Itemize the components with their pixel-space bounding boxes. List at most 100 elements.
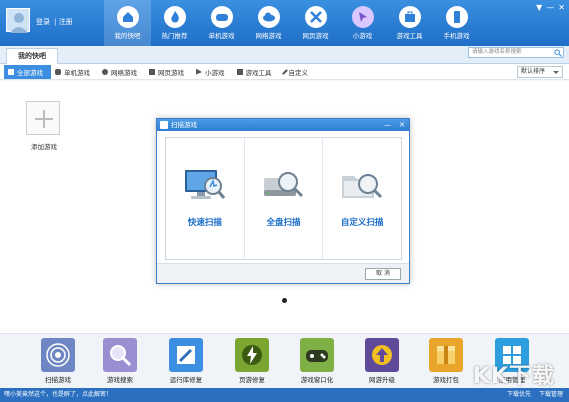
tool-online-upgrade[interactable]: 网游升级 xyxy=(356,338,408,384)
nav-mobile[interactable]: 手机游戏 xyxy=(433,0,480,46)
magnifier-icon xyxy=(103,338,137,372)
nav-label: 我的快吧 xyxy=(114,32,141,40)
gamepad-icon xyxy=(210,6,233,28)
tool-windowed[interactable]: 游戏窗口化 xyxy=(291,338,343,384)
category-single[interactable]: 单机游戏 xyxy=(51,65,98,79)
nav-web[interactable]: 网页游戏 xyxy=(292,0,339,46)
full-scan-option[interactable]: 全盘扫描 xyxy=(245,138,324,259)
monitor-scan-icon xyxy=(183,166,227,206)
lightning-icon xyxy=(235,338,269,372)
custom-scan-option[interactable]: 自定义扫描 xyxy=(323,138,401,259)
tool-label: 游戏窗口化 xyxy=(300,376,334,384)
grid-icon xyxy=(8,68,14,75)
tool-webgame-repair[interactable]: 页游修复 xyxy=(226,338,278,384)
full-scan-label: 全盘扫描 xyxy=(266,218,301,228)
close-icon[interactable]: ✕ xyxy=(399,119,405,131)
scan-games-dialog: 扫描游戏 — ✕ 快速扫描 全盘扫描 自定义扫描 取 消 xyxy=(156,118,410,284)
status-message[interactable]: 嘿小美竟然这个，也是醉了，点此解密！ xyxy=(4,391,112,398)
home-icon xyxy=(116,6,139,28)
page-indicator-dot[interactable] xyxy=(282,298,287,303)
tool-label: 游戏搜索 xyxy=(107,376,133,384)
nav-my-kuaiba[interactable]: 我的快吧 xyxy=(104,0,151,46)
category-custom[interactable]: 自定义 xyxy=(280,65,317,79)
category-tools[interactable]: 游戏工具 xyxy=(233,65,280,79)
pencil-icon xyxy=(281,68,288,75)
nav-mini[interactable]: 小游戏 xyxy=(339,0,386,46)
avatar[interactable] xyxy=(6,8,30,33)
phone-icon xyxy=(445,6,468,28)
top-header: 登录 | 注册 我的快吧 热门推荐 单机游戏 网络游戏 网页游戏 小游戏 游戏工… xyxy=(0,0,569,46)
search-input[interactable]: 请输入游戏名称搜索 xyxy=(468,47,564,58)
register-link[interactable]: 注册 xyxy=(59,18,73,26)
wrench-icon xyxy=(169,338,203,372)
skin-icon[interactable]: ▼ xyxy=(536,3,542,12)
disk-scan-icon xyxy=(262,166,306,206)
cloud-icon xyxy=(102,68,108,75)
search-icon[interactable] xyxy=(554,49,562,57)
sort-select[interactable]: 默认排序 xyxy=(517,66,563,78)
category-label: 网络游戏 xyxy=(111,68,137,77)
tab-my-kuaiba[interactable]: 我的快吧 xyxy=(6,48,58,64)
radar-icon xyxy=(41,338,75,372)
nav-label: 网络游戏 xyxy=(255,32,282,40)
search-placeholder: 请输入游戏名称搜索 xyxy=(472,49,522,55)
quick-scan-option[interactable]: 快速扫描 xyxy=(166,138,245,259)
tool-scan-games[interactable]: 扫描游戏 xyxy=(32,338,84,384)
fire-icon xyxy=(163,6,186,28)
quick-scan-label: 快速扫描 xyxy=(187,218,222,228)
tool-label: 页游修复 xyxy=(239,376,265,384)
category-label: 游戏工具 xyxy=(245,68,272,77)
tools-icon xyxy=(149,68,155,75)
category-all[interactable]: 全部游戏 xyxy=(4,64,51,79)
tool-runtime-repair[interactable]: 运行库修复 xyxy=(160,338,212,384)
cloud-icon xyxy=(257,6,280,28)
custom-scan-label: 自定义扫描 xyxy=(340,218,384,228)
minimize-icon[interactable]: — xyxy=(384,119,391,131)
add-game-button[interactable] xyxy=(26,101,60,135)
tools-icon xyxy=(304,6,327,28)
close-icon[interactable]: ✕ xyxy=(558,3,565,12)
tool-label: 扫描游戏 xyxy=(45,376,71,384)
folder-scan-icon xyxy=(340,166,384,206)
nav-online[interactable]: 网络游戏 xyxy=(245,0,292,46)
tool-game-package[interactable]: 游戏打包 xyxy=(420,338,472,384)
upgrade-icon xyxy=(365,338,399,372)
tool-label: 网游升级 xyxy=(369,376,395,384)
dialog-footer: 取 消 xyxy=(157,263,409,283)
nav-tools[interactable]: 游戏工具 xyxy=(386,0,433,46)
category-online[interactable]: 网络游戏 xyxy=(98,65,145,79)
main-nav: 我的快吧 热门推荐 单机游戏 网络游戏 网页游戏 小游戏 游戏工具 手机游戏 xyxy=(104,0,480,46)
category-web[interactable]: 网页游戏 xyxy=(145,65,192,79)
tool-game-search[interactable]: 游戏搜索 xyxy=(94,338,146,384)
download-priority-button[interactable]: 下载优先 xyxy=(507,388,531,402)
nav-single[interactable]: 单机游戏 xyxy=(198,0,245,46)
category-label: 单机游戏 xyxy=(64,68,90,77)
nav-label: 小游戏 xyxy=(352,32,373,40)
toolbox-icon xyxy=(236,68,243,75)
nav-label: 单机游戏 xyxy=(208,32,235,40)
download-manager-button[interactable]: 下载管理 xyxy=(539,388,563,402)
category-mini[interactable]: 小游戏 xyxy=(192,65,233,79)
site-watermark: KK下载 xyxy=(472,364,555,389)
controller-icon xyxy=(300,338,334,372)
dialog-titlebar: 扫描游戏 — ✕ xyxy=(157,119,409,131)
scan-options: 快速扫描 全盘扫描 自定义扫描 xyxy=(165,137,402,260)
login-link[interactable]: 登录 xyxy=(36,18,50,26)
package-icon xyxy=(429,338,463,372)
window-controls: ▼ — ✕ xyxy=(536,3,565,12)
cancel-button[interactable]: 取 消 xyxy=(365,268,401,280)
category-label: 小游戏 xyxy=(205,68,225,77)
cursor-icon xyxy=(196,68,202,75)
nav-label: 游戏工具 xyxy=(396,32,423,40)
nav-hot[interactable]: 热门推荐 xyxy=(151,0,198,46)
nav-label: 手机游戏 xyxy=(443,32,470,40)
category-label: 全部游戏 xyxy=(17,68,43,77)
nav-label: 热门推荐 xyxy=(161,32,188,40)
minimize-icon[interactable]: — xyxy=(546,3,554,12)
toolbox-icon xyxy=(398,6,421,28)
category-label: 网页游戏 xyxy=(158,68,184,77)
scan-app-icon xyxy=(160,121,168,129)
login-area: 登录 | 注册 xyxy=(36,18,73,26)
tool-label: 游戏打包 xyxy=(433,376,459,384)
status-bar: 嘿小美竟然这个，也是醉了，点此解密！ 下载优先 下载管理 xyxy=(0,388,569,402)
